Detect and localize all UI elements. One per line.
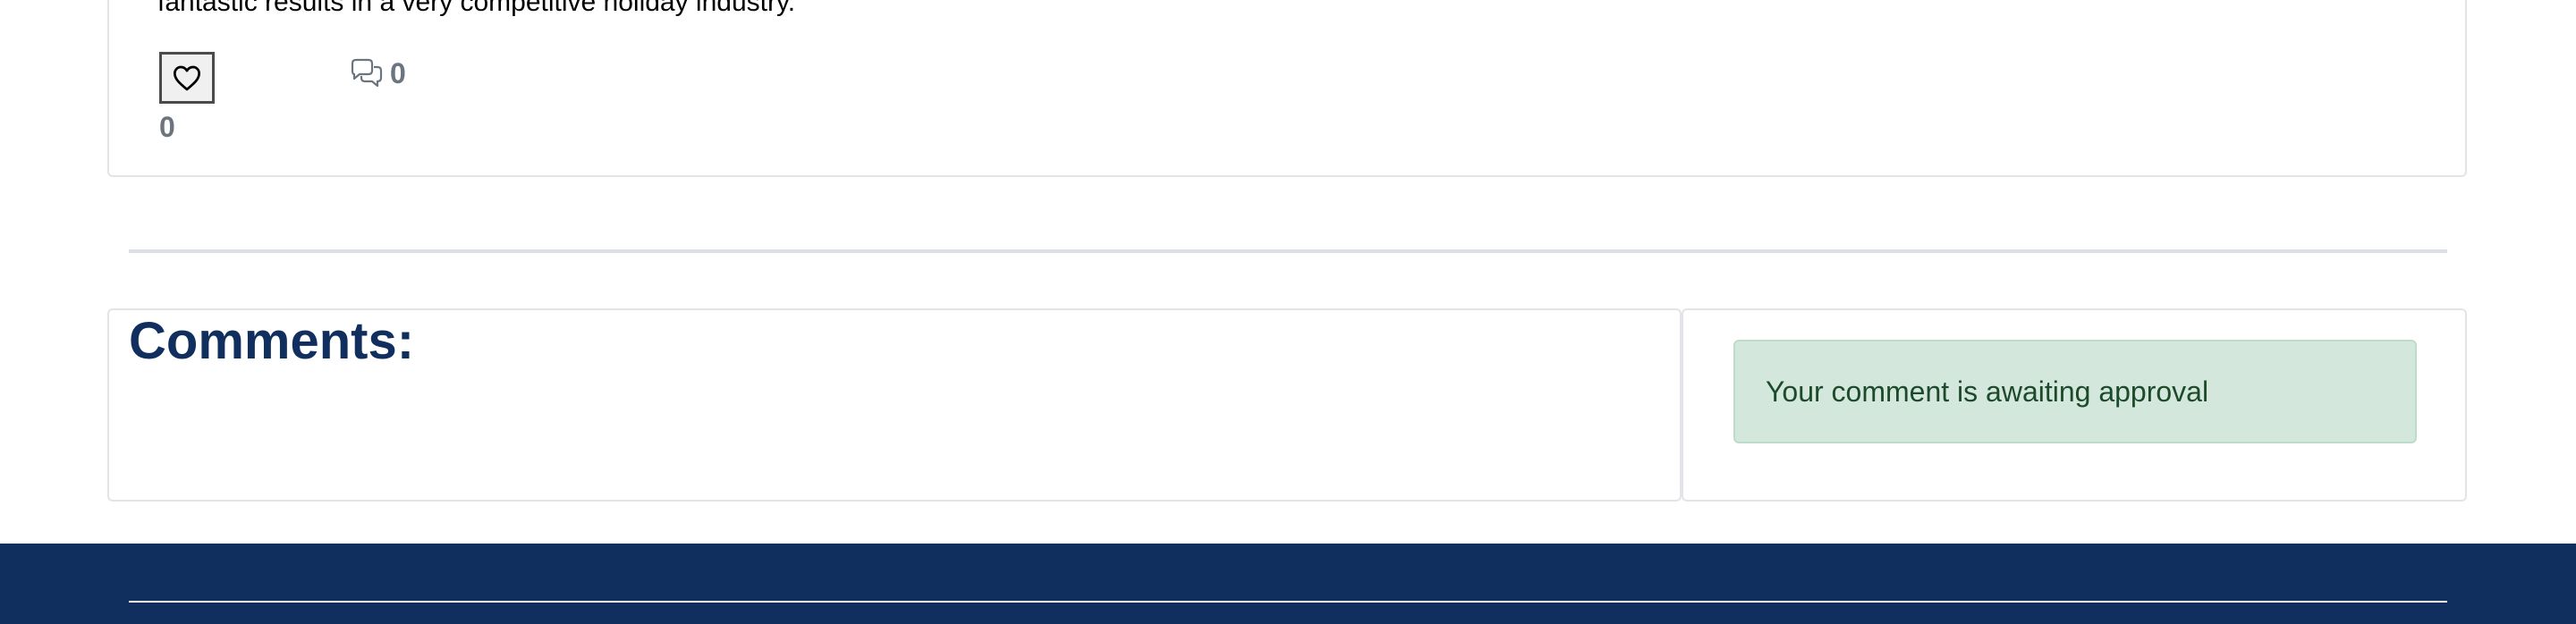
- post-excerpt: fantastic results in a very competitive …: [157, 0, 796, 17]
- like-count: 0: [159, 111, 175, 143]
- post-card: [107, 0, 2467, 177]
- footer-divider: [129, 601, 2447, 603]
- like-button[interactable]: [159, 52, 215, 104]
- comment-count-value: 0: [390, 56, 406, 89]
- heart-icon: [172, 64, 202, 91]
- comments-title: Comments:: [129, 312, 415, 370]
- comment-count: 0: [349, 55, 406, 91]
- section-divider: [129, 249, 2447, 253]
- chat-bubbles-icon: [349, 58, 385, 89]
- awaiting-approval-alert: Your comment is awaiting approval: [1733, 340, 2417, 443]
- site-footer: [0, 544, 2576, 624]
